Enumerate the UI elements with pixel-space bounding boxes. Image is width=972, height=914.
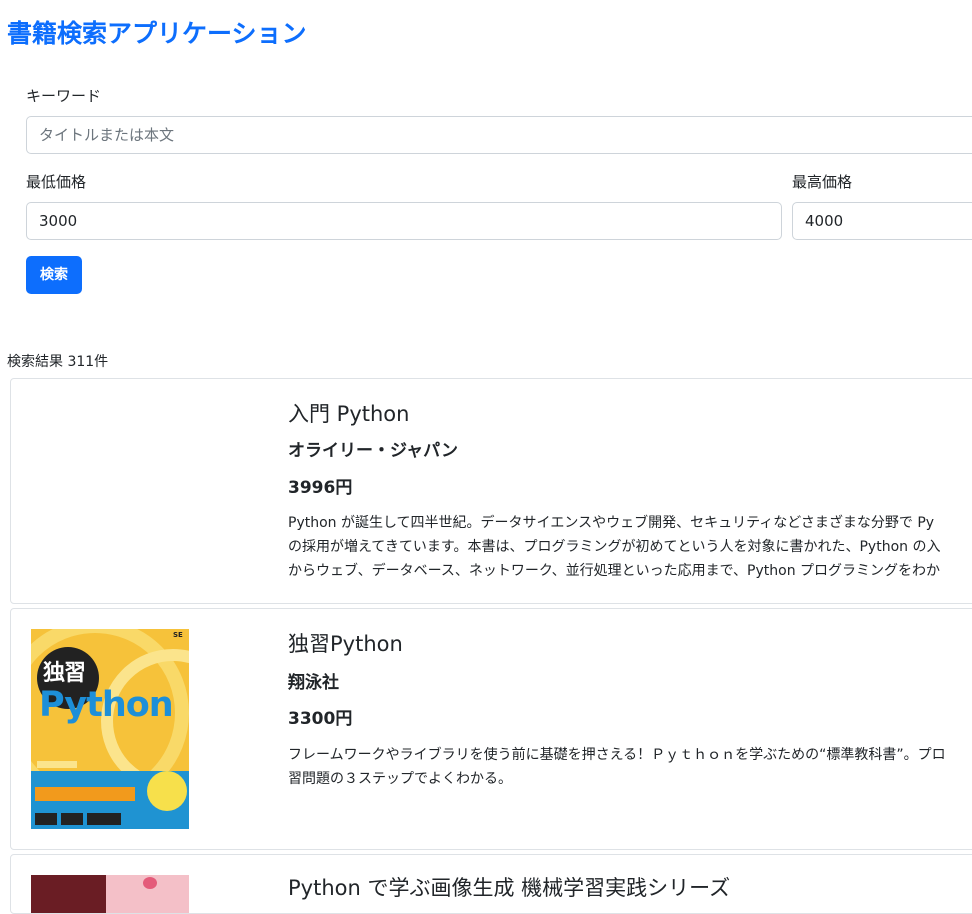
book-publisher: 翔泳社 [288,673,339,693]
book-description: フレームワークやライブラリを使う前に基礎を押さえる！Ｐｙｔｈｏｎを学ぶための“標… [288,743,972,791]
max-price-input[interactable]: 4000 [792,202,972,240]
cover-tag [35,813,57,825]
description-line: 習問題の３ステップでよくわかる。 [288,771,512,787]
cover-decoration [143,877,157,889]
book-publisher: オライリー・ジャパン [288,441,458,461]
description-line: フレームワークやライブラリを使う前に基礎を押さえる！Ｐｙｔｈｏｎを学ぶための“標… [288,747,946,763]
book-price: 3300円 [288,709,353,729]
min-price-label: 最低価格 [26,173,87,191]
description-line: Python が誕生して四半世紀。データサイエンスやウェブ開発、セキュリティなど… [288,515,935,531]
book-price: 3996円 [288,478,353,498]
keyword-input[interactable]: タイトルまたは本文 [26,116,972,154]
book-card[interactable]: 入門 Python オライリー・ジャパン 3996円 Python が誕生して四… [10,378,972,604]
book-card[interactable]: SE 独習 Python 独習Python 翔泳社 3300円 フレームワークや… [10,608,972,850]
cover-brand: SE [173,631,183,639]
search-button[interactable]: 検索 [26,256,82,294]
cover-decoration [35,787,135,801]
cover-decoration [31,875,106,913]
description-line: からウェブ、データベース、ネットワーク、並行処理といった応用まで、Python … [288,563,941,579]
book-title[interactable]: 独習Python [288,629,403,659]
cover-badge-text: 独習 [43,661,86,686]
book-cover-image[interactable]: SE 独習 Python [31,629,189,829]
cover-tag [87,813,121,825]
max-price-label: 最高価格 [792,173,853,191]
book-title[interactable]: 入門 Python [288,399,409,429]
description-line: の採用が増えてきています。本書は、プログラミングが初めてという人を対象に書かれた… [288,539,941,555]
book-card[interactable]: Python で学ぶ画像生成 機械学習実践シリーズ [10,854,972,914]
cover-decoration [37,761,77,768]
cover-sticker [147,771,187,811]
result-count: 検索結果 311件 [7,354,109,370]
cover-tag [61,813,83,825]
book-title[interactable]: Python で学ぶ画像生成 機械学習実践シリーズ [288,873,730,903]
cover-title-word: Python [39,685,174,725]
book-cover-image[interactable] [31,875,189,913]
min-price-input[interactable]: 3000 [26,202,782,240]
keyword-label: キーワード [26,87,102,105]
app-title: 書籍検索アプリケーション [7,19,307,48]
book-description: Python が誕生して四半世紀。データサイエンスやウェブ開発、セキュリティなど… [288,511,972,583]
